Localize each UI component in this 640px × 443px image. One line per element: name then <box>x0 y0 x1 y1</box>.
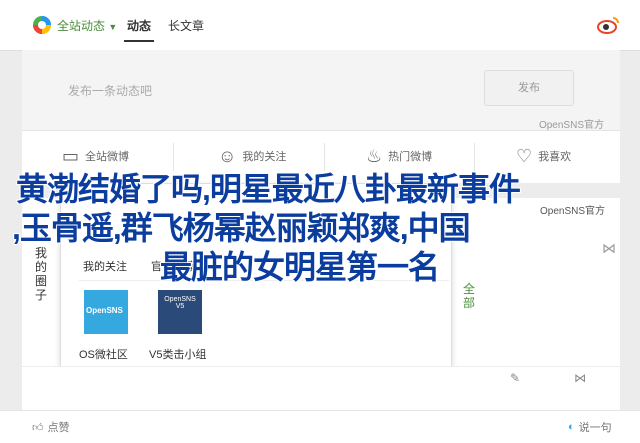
share-icon[interactable]: ⋈ <box>602 240 616 257</box>
filter-weibo-label: 全站微博 <box>85 151 130 163</box>
filter-like[interactable]: ♡ 我喜欢 <box>516 147 571 165</box>
like-button[interactable]: 👍︎ 点赞 <box>32 419 70 435</box>
like-label: 点赞 <box>47 422 70 434</box>
filter-dropdown[interactable]: 全站动态 ▼ <box>57 17 117 34</box>
filter-hot[interactable]: ♨ 热门微博 <box>366 147 432 165</box>
thumb-text: OpenSNS <box>86 306 123 315</box>
divider <box>173 143 174 171</box>
char: 子 <box>34 288 47 302</box>
tab-article[interactable]: 长文章 <box>168 17 204 34</box>
circle-thumb[interactable]: OpenSNS V5 <box>158 290 202 334</box>
chevron-down-icon: ▼ <box>108 22 118 32</box>
circle-caption[interactable]: OS微社区 <box>79 346 128 362</box>
user-icon: ☺ <box>218 146 237 166</box>
filter-weibo[interactable]: ▭ 全站微博 <box>62 147 129 165</box>
char: 全 <box>462 282 475 296</box>
app-logo-icon <box>33 16 51 34</box>
weibo-icon[interactable] <box>597 15 621 35</box>
filter-follow-label: 我的关注 <box>242 151 287 163</box>
publish-button[interactable]: 发布 <box>484 70 574 106</box>
filter-label: 全站动态 <box>57 19 106 33</box>
all-label[interactable]: 全 部 <box>462 282 476 310</box>
char: 部 <box>462 296 475 310</box>
char: 我 <box>34 246 47 260</box>
circle-popup: 我的关注 官方推荐 OpenSNS OpenSNS V5 OS微社区 V5类击小… <box>60 183 452 380</box>
filter-like-label: 我喜欢 <box>538 151 572 163</box>
divider <box>324 143 325 171</box>
tab-activity[interactable]: 动态 <box>127 17 151 34</box>
credit-label: OpenSNS官方 <box>540 206 606 217</box>
circle-caption[interactable]: V5类击小组 <box>149 346 206 362</box>
flame-icon: ♨ <box>366 146 383 166</box>
char: 圈 <box>34 274 47 288</box>
top-bar: 全站动态 ▼ 动态 长文章 <box>0 0 640 51</box>
chat-icon: ▭ <box>62 146 80 166</box>
active-tab-indicator <box>124 40 154 42</box>
circle-thumb[interactable]: OpenSNS <box>84 290 128 334</box>
heart-icon: ♡ <box>516 146 533 166</box>
composer-placeholder[interactable]: 发布一条动态吧 <box>68 82 152 99</box>
divider <box>79 280 449 281</box>
footer-bar: 👍︎ 点赞 ◐ 说一句 <box>0 410 640 443</box>
comment-label: 说一句 <box>578 422 612 434</box>
tab-my-follow[interactable]: 我的关注 <box>83 258 127 274</box>
feed-filter-bar: ▭ 全站微博 ☺ 我的关注 ♨ 热门微博 ♡ 我喜欢 <box>22 130 620 183</box>
comment-icon: ◐ <box>568 421 575 433</box>
filter-hot-label: 热门微博 <box>388 151 433 163</box>
share-icon[interactable]: ⋈ <box>574 371 586 385</box>
thumb-text: OpenSNS V5 <box>164 296 196 310</box>
credit-label: OpenSNS官方 <box>538 120 604 131</box>
edit-icon[interactable]: ✎ <box>510 371 520 385</box>
card-actions: ✎ ⋈ <box>22 366 620 391</box>
comment-button[interactable]: ◐ 说一句 <box>568 419 612 435</box>
filter-follow[interactable]: ☺ 我的关注 <box>218 147 286 165</box>
thumbs-up-icon: 👍︎ <box>32 421 44 434</box>
tab-recommend[interactable]: 官方推荐 <box>151 258 195 274</box>
char: 的 <box>34 260 47 274</box>
divider <box>474 143 475 171</box>
my-circles-label[interactable]: 我 的 圈 子 <box>34 246 48 302</box>
